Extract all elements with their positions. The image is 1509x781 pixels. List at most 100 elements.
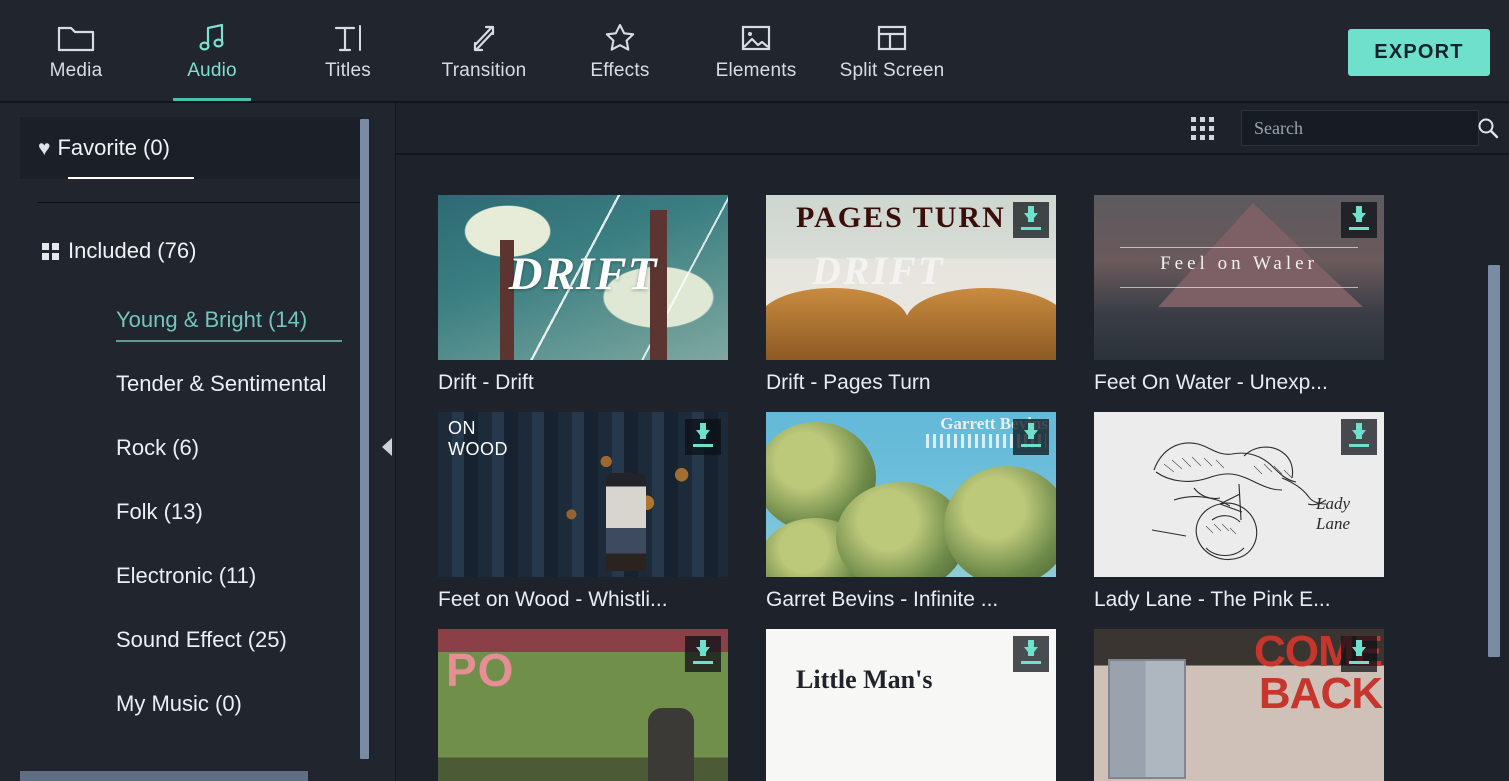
sidebar-item-young-bright[interactable]: Young & Bright (14) <box>0 288 395 352</box>
download-arrow-glyph <box>696 430 710 439</box>
audio-thumbnail[interactable]: PAGES TURN DRIFT <box>766 195 1056 360</box>
category-label: Folk (13) <box>116 499 203 525</box>
audio-card-grid: DRIFT Drift - Drift PAGES TURN D <box>438 195 1509 781</box>
sidebar-item-sound-effect[interactable]: Sound Effect (25) <box>0 608 395 672</box>
download-arrow-glyph <box>1352 430 1366 439</box>
art-wordmark: DRIFT <box>438 247 728 301</box>
toolbar-tab-effects[interactable]: Effects <box>552 0 688 101</box>
app-window: Media Audio Titles Transition Eff <box>0 0 1509 781</box>
category-list: Young & Bright (14) Tender & Sentimental… <box>0 288 395 736</box>
person-shape <box>606 473 646 571</box>
divider-rule <box>1120 247 1358 248</box>
transition-icon <box>467 18 501 58</box>
toolbar-tab-transition[interactable]: Transition <box>416 0 552 101</box>
category-label: Young & Bright (14) <box>116 307 307 333</box>
audio-card[interactable]: LadyLane Lady Lane - The Pink E... <box>1094 412 1384 612</box>
download-icon[interactable] <box>1341 419 1377 455</box>
sidebar-vertical-scrollbar[interactable] <box>360 119 369 741</box>
scrollbar-thumb[interactable] <box>1488 265 1500 657</box>
search-input[interactable] <box>1254 118 1477 139</box>
sidebar-item-tender-sentimental[interactable]: Tender & Sentimental <box>0 352 395 416</box>
download-icon[interactable] <box>685 636 721 672</box>
download-arrow-glyph <box>1024 430 1038 439</box>
favorite-underline <box>68 177 194 179</box>
art-wordmark: ONWOOD <box>448 418 508 459</box>
magic-star-icon <box>603 18 637 58</box>
search-icon[interactable] <box>1477 117 1499 139</box>
toolbar-tab-media[interactable]: Media <box>8 0 144 101</box>
toolbar-tab-elements[interactable]: Elements <box>688 0 824 101</box>
image-icon <box>739 18 773 58</box>
download-bar-glyph <box>693 444 713 447</box>
art-wordmark: PAGES TURN <box>796 201 1042 235</box>
grid-view-icon[interactable] <box>1191 117 1214 140</box>
folder-icon <box>57 18 95 58</box>
toolbar-tab-titles[interactable]: Titles <box>280 0 416 101</box>
download-bar-glyph <box>693 661 713 664</box>
art-wordmark: PO <box>446 643 514 697</box>
download-icon[interactable] <box>1341 202 1377 238</box>
toolbar-tab-audio[interactable]: Audio <box>144 0 280 101</box>
audio-card[interactable]: ONWOOD Feet on Wood - Whistli... <box>438 412 728 612</box>
audio-card[interactable]: DRIFT Drift - Drift <box>438 195 728 395</box>
sidebar-horizontal-scrollbar[interactable] <box>20 771 369 781</box>
audio-card[interactable]: Feel on Waler Feet On Water - Unexp... <box>1094 195 1384 395</box>
sidebar-item-label: Favorite (0) <box>57 135 169 161</box>
download-icon[interactable] <box>1013 636 1049 672</box>
sidebar-item-rock[interactable]: Rock (6) <box>0 416 395 480</box>
content-panel: DRIFT Drift - Drift PAGES TURN D <box>396 103 1509 781</box>
audio-thumbnail[interactable]: COMEBACK <box>1094 629 1384 781</box>
export-button[interactable]: EXPORT <box>1348 29 1490 76</box>
art-wordmark: LadyLane <box>1316 494 1350 533</box>
sidebar-item-folk[interactable]: Folk (13) <box>0 480 395 544</box>
scrollbar-thumb[interactable] <box>360 119 369 759</box>
audio-grid-area: DRIFT Drift - Drift PAGES TURN D <box>396 155 1509 781</box>
audio-thumbnail[interactable]: LadyLane <box>1094 412 1384 577</box>
sidebar-item-favorite[interactable]: ♥ Favorite (0) <box>20 117 363 179</box>
audio-thumbnail[interactable]: DRIFT <box>438 195 728 360</box>
triangle-left-glyph <box>382 438 392 456</box>
active-tab-underline <box>173 98 251 101</box>
search-box[interactable] <box>1241 110 1479 146</box>
download-arrow-glyph <box>1352 647 1366 656</box>
category-label: Sound Effect (25) <box>116 627 287 653</box>
download-bar-glyph <box>1021 227 1041 230</box>
audio-thumbnail[interactable]: Garrett Bevins <box>766 412 1056 577</box>
content-header <box>396 103 1509 155</box>
download-arrow-glyph <box>1024 213 1038 222</box>
toolbar-tab-label: Audio <box>187 60 237 82</box>
category-label: Electronic (11) <box>116 563 256 589</box>
download-icon[interactable] <box>1013 419 1049 455</box>
audio-card[interactable]: PO <box>438 629 728 781</box>
audio-card[interactable]: Little Man's <box>766 629 1056 781</box>
audio-card[interactable]: PAGES TURN DRIFT Drift - Pages Turn <box>766 195 1056 395</box>
sidebar-item-electronic[interactable]: Electronic (11) <box>0 544 395 608</box>
audio-card-title: Lady Lane - The Pink E... <box>1094 588 1384 612</box>
content-vertical-scrollbar[interactable] <box>1488 157 1500 779</box>
book-shape <box>766 288 908 360</box>
category-label: My Music (0) <box>116 691 242 717</box>
audio-card[interactable]: COMEBACK <box>1094 629 1384 781</box>
audio-thumbnail[interactable]: ONWOOD <box>438 412 728 577</box>
scrollbar-thumb[interactable] <box>20 771 308 781</box>
sidebar-item-included[interactable]: Included (76) <box>42 238 395 264</box>
audio-card[interactable]: Garrett Bevins Garret Bevins - Infinite … <box>766 412 1056 612</box>
download-icon[interactable] <box>1013 202 1049 238</box>
download-icon[interactable] <box>685 419 721 455</box>
text-cursor-icon <box>331 18 365 58</box>
music-note-icon <box>195 18 229 58</box>
audio-card-title: Garret Bevins - Infinite ... <box>766 588 1056 612</box>
split-screen-icon <box>875 18 909 58</box>
audio-thumbnail[interactable]: Feel on Waler <box>1094 195 1384 360</box>
toolbar-tab-split-screen[interactable]: Split Screen <box>824 0 960 101</box>
album-art: DRIFT <box>438 195 728 360</box>
grid-icon <box>42 243 59 260</box>
selected-underline <box>116 340 342 342</box>
toolbar-tab-label: Elements <box>716 60 797 82</box>
toolbar-tab-label: Media <box>50 60 103 82</box>
sidebar-item-my-music[interactable]: My Music (0) <box>0 672 395 736</box>
audio-thumbnail[interactable]: PO <box>438 629 728 781</box>
audio-thumbnail[interactable]: Little Man's <box>766 629 1056 781</box>
download-icon[interactable] <box>1341 636 1377 672</box>
collapse-left-icon[interactable] <box>378 433 396 461</box>
